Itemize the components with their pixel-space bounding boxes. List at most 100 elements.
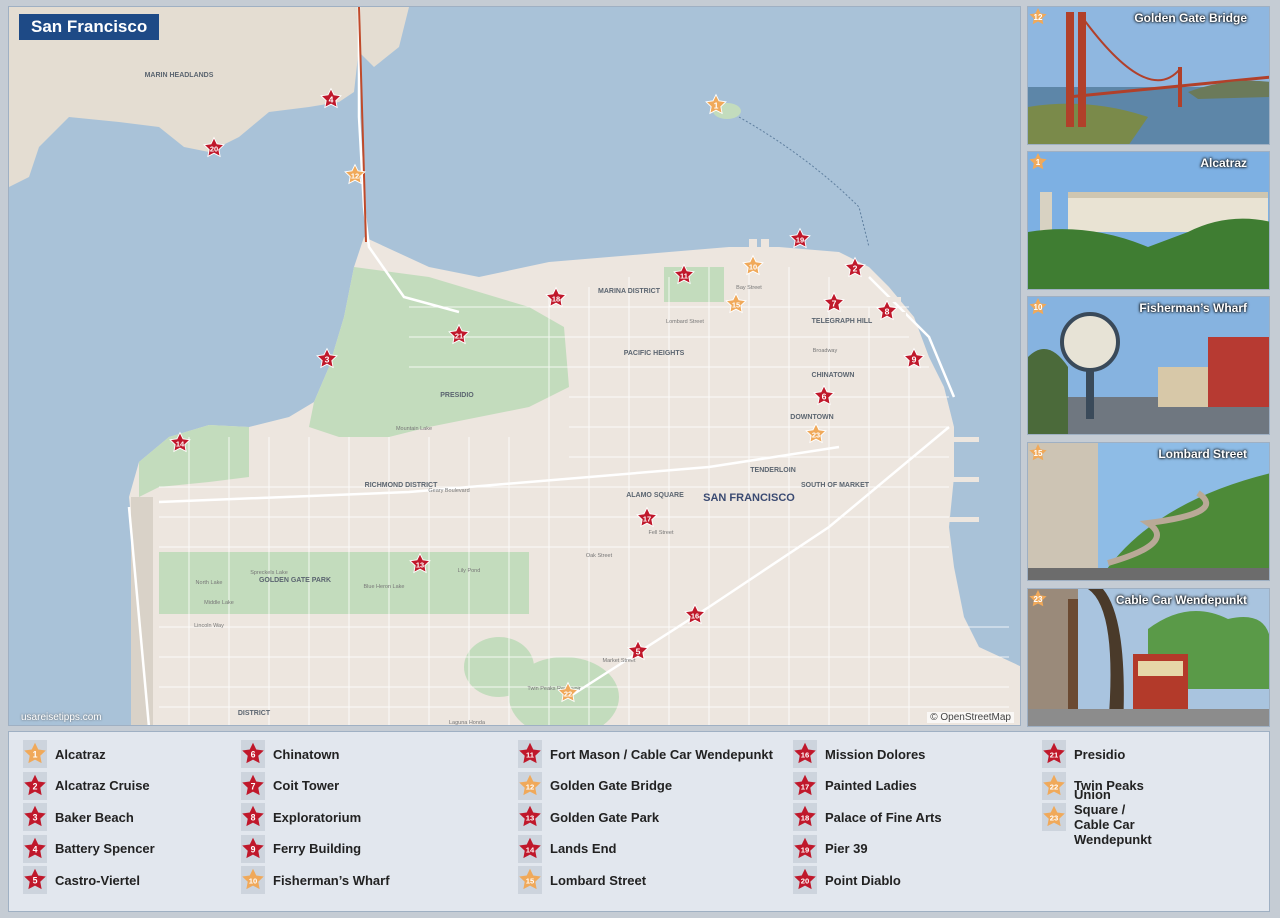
svg-text:5: 5 [33, 875, 38, 885]
svg-text:11: 11 [526, 750, 535, 759]
legend-label: Alcatraz [55, 746, 106, 762]
svg-text:20: 20 [801, 876, 809, 885]
legend-star-icon: 22 [1042, 771, 1066, 800]
legend-item[interactable]: 13 Golden Gate Park [518, 803, 659, 831]
area-label: PRESIDIO [440, 392, 474, 399]
legend-item[interactable]: 8 Exploratorium [241, 803, 361, 831]
legend-item[interactable]: 21 Presidio [1042, 740, 1125, 768]
legend-label: Presidio [1074, 746, 1126, 762]
street-label: Mountain Lake [396, 426, 432, 432]
legend-star-icon: 21 [1042, 740, 1066, 768]
legend-label: Coit Tower [273, 778, 340, 793]
svg-text:10: 10 [1034, 303, 1043, 312]
legend-label: Pier 39 [825, 841, 868, 856]
marker-number: 18 [552, 294, 560, 303]
legend-item[interactable]: 1 Alcatraz [23, 740, 106, 768]
legend-item[interactable]: 16 Mission Dolores [793, 740, 925, 768]
legend-item[interactable]: 17 Painted Ladies [793, 771, 917, 800]
alcatraz-photo-image [1028, 152, 1269, 289]
legend-item[interactable]: 18 Palace of Fine Arts [793, 803, 942, 831]
svg-text:16: 16 [801, 750, 809, 759]
street-label: Market Street [602, 658, 635, 664]
marker-number: 8 [885, 306, 890, 316]
marker-number: 9 [912, 354, 917, 364]
marker-number: 4 [329, 94, 334, 104]
photo-caption: Lombard Street [1158, 447, 1247, 461]
legend-item[interactable]: 6 Chinatown [241, 740, 339, 768]
area-label: MARIN HEADLANDS [145, 72, 214, 79]
svg-text:7: 7 [251, 781, 256, 791]
marker-number: 5 [636, 646, 641, 656]
photo-badge-star: 15 [1029, 444, 1047, 461]
street-label: Blue Heron Lake [364, 584, 405, 590]
legend-star-icon: 17 [793, 771, 817, 800]
map-frame[interactable]: MARIN HEADLANDS MARINA DISTRICT TELEGRAPH … [8, 6, 1021, 726]
area-label: TENDERLOIN [750, 467, 796, 474]
photo-golden-gate-bridge[interactable]: Golden Gate Bridge 12 [1027, 6, 1270, 145]
legend-star-icon: 14 [518, 834, 542, 863]
marker-number: 19 [796, 235, 804, 244]
legend-item[interactable]: 7 Coit Tower [241, 771, 340, 800]
legend-item[interactable]: 23 Union Square / Cable Car Wendepunkt [1042, 787, 1152, 847]
legend-item[interactable]: 4 Battery Spencer [23, 834, 155, 863]
legend-star-icon: 12 [518, 771, 542, 800]
area-label: MARINA DISTRICT [598, 288, 661, 295]
photo-cable-car-turnaround[interactable]: Cable Car Wendepunkt 23 [1027, 588, 1270, 727]
svg-text:23: 23 [1050, 813, 1058, 822]
fishermans-wharf-photo-image [1028, 297, 1269, 434]
marker-number: 10 [749, 262, 757, 271]
street-label: Broadway [813, 348, 838, 354]
legend-label: Mission Dolores [825, 746, 926, 762]
legend-label: Baker Beach [55, 809, 134, 825]
legend-star-icon: 11 [518, 740, 542, 768]
legend-item[interactable]: 5 Castro-Viertel [23, 866, 140, 894]
legend: 1 Alcatraz 2 Alcatraz Cruise 3 Baker Beach 4 Ba… [8, 731, 1270, 912]
photo-badge-star: 12 [1029, 8, 1047, 25]
legend-star-icon: 7 [241, 771, 265, 800]
legend-star-icon: 23 [1042, 803, 1066, 831]
legend-label: Fisherman’s Wharf [273, 872, 390, 888]
street-label: Laguna Honda [449, 720, 486, 726]
legend-star-icon: 2 [23, 771, 47, 800]
legend-item[interactable]: 9 Ferry Building [241, 834, 361, 863]
street-label: Bay Street [736, 285, 762, 291]
area-label: DISTRICT [238, 710, 271, 717]
svg-text:15: 15 [526, 876, 535, 885]
legend-item[interactable]: 2 Alcatraz Cruise [23, 771, 150, 800]
legend-label: Painted Ladies [825, 778, 917, 793]
street-label: North Lake [196, 580, 223, 586]
svg-text:1: 1 [1036, 158, 1041, 167]
marker-number: 3 [325, 354, 330, 364]
area-label: TELEGRAPH HILL [812, 318, 873, 325]
marker-number: 1 [714, 100, 719, 110]
photo-fishermans-wharf[interactable]: Fisherman’s Wharf 10 [1027, 296, 1270, 435]
legend-item[interactable]: 15 Lombard Street [518, 866, 646, 894]
legend-label: Lands End [550, 841, 617, 856]
marker-number: 22 [564, 689, 572, 698]
marker-number: 7 [832, 298, 837, 308]
map-title: San Francisco [19, 14, 160, 40]
street-label: Middle Lake [204, 600, 234, 606]
legend-item[interactable]: 20 Point Diablo [793, 866, 901, 894]
legend-item[interactable]: 19 Pier 39 [793, 834, 868, 863]
marker-number: 20 [210, 144, 218, 153]
credit-osm: © OpenStreetMap [927, 712, 1014, 723]
legend-label: Exploratorium [273, 809, 362, 825]
map-canvas[interactable]: MARIN HEADLANDS MARINA DISTRICT TELEGRAPH … [9, 7, 1021, 726]
legend-label: Golden Gate Bridge [550, 778, 673, 793]
legend-star-icon: 5 [23, 866, 47, 894]
photo-caption: Golden Gate Bridge [1134, 11, 1247, 25]
street-label: Spreckels Lake [250, 570, 288, 576]
svg-text:23: 23 [1034, 595, 1043, 604]
photo-lombard-street[interactable]: Lombard Street 15 [1027, 442, 1270, 581]
legend-item[interactable]: 10 Fisherman’s Wharf [241, 866, 390, 894]
legend-item[interactable]: 3 Baker Beach [23, 803, 134, 831]
legend-item[interactable]: 11 Fort Mason / Cable Car Wendepunkt [518, 740, 773, 768]
city-label: SAN FRANCISCO [703, 492, 795, 504]
legend-label: Union Square / Cable Car Wendepunkt [1074, 787, 1152, 847]
legend-item[interactable]: 14 Lands End [518, 834, 617, 863]
legend-item[interactable]: 12 Golden Gate Bridge [518, 771, 673, 800]
svg-text:1: 1 [33, 749, 38, 759]
photo-alcatraz[interactable]: Alcatraz 1 [1027, 151, 1270, 290]
street-label: Lincoln Way [194, 623, 224, 629]
